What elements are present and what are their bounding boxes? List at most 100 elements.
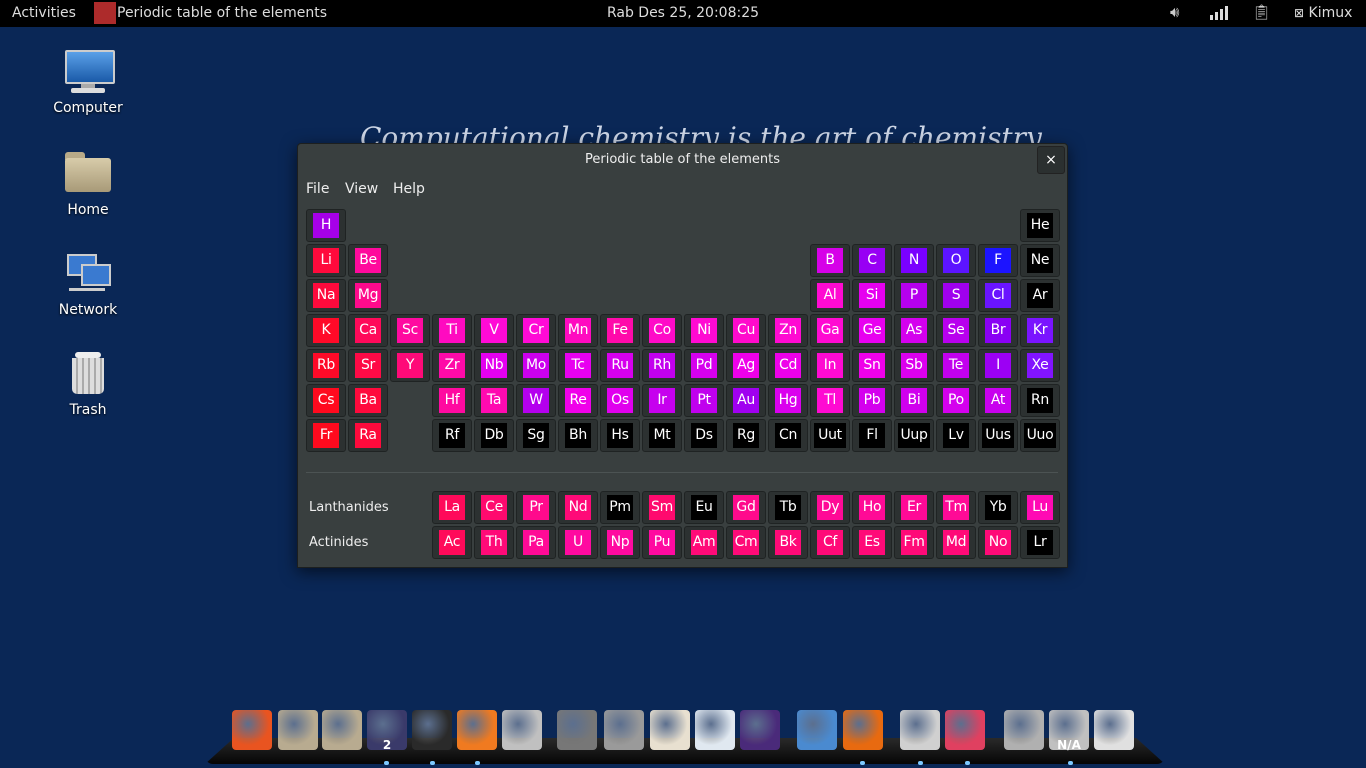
archive-manager-icon[interactable] [502,710,542,750]
element-Sm[interactable]: Sm [642,491,682,524]
element-Ta[interactable]: Ta [474,384,514,417]
element-Ni[interactable]: Ni [684,314,724,347]
element-As[interactable]: As [894,314,934,347]
element-Se[interactable]: Se [936,314,976,347]
element-Bi[interactable]: Bi [894,384,934,417]
element-Sg[interactable]: Sg [516,419,556,452]
gimp-icon[interactable] [557,710,597,750]
element-Hf[interactable]: Hf [432,384,472,417]
element-Np[interactable]: Np [600,526,640,559]
software-center-icon[interactable] [457,710,497,750]
element-Pt[interactable]: Pt [684,384,724,417]
element-Mo[interactable]: Mo [516,349,556,382]
app-menu-title[interactable]: Periodic table of the elements [117,5,327,21]
element-No[interactable]: No [978,526,1018,559]
element-Yb[interactable]: Yb [978,491,1018,524]
element-Te[interactable]: Te [936,349,976,382]
element-Uut[interactable]: Uut [810,419,850,452]
element-Ba[interactable]: Ba [348,384,388,417]
element-Pb[interactable]: Pb [852,384,892,417]
element-Kr[interactable]: Kr [1020,314,1060,347]
firefox-icon[interactable] [843,710,883,750]
element-Ra[interactable]: Ra [348,419,388,452]
element-K[interactable]: K [306,314,346,347]
element-Cu[interactable]: Cu [726,314,766,347]
element-Uus[interactable]: Uus [978,419,1018,452]
element-Ho[interactable]: Ho [852,491,892,524]
eclipse-icon[interactable] [740,710,780,750]
document-viewer-icon[interactable] [695,710,735,750]
workspace-switcher-icon[interactable]: 2 [367,710,407,752]
presentation-icon[interactable] [650,710,690,750]
element-B[interactable]: B [810,244,850,277]
element-Nb[interactable]: Nb [474,349,514,382]
element-Uuo[interactable]: Uuo [1020,419,1060,452]
element-Zr[interactable]: Zr [432,349,472,382]
element-Pa[interactable]: Pa [516,526,556,559]
element-Co[interactable]: Co [642,314,682,347]
element-Os[interactable]: Os [600,384,640,417]
element-Sc[interactable]: Sc [390,314,430,347]
element-Si[interactable]: Si [852,279,892,312]
element-Pd[interactable]: Pd [684,349,724,382]
element-Tm[interactable]: Tm [936,491,976,524]
element-Au[interactable]: Au [726,384,766,417]
element-Ds[interactable]: Ds [684,419,724,452]
element-Er[interactable]: Er [894,491,934,524]
element-Tc[interactable]: Tc [558,349,598,382]
menu-file[interactable]: File [306,181,329,197]
element-Rf[interactable]: Rf [432,419,472,452]
element-Mn[interactable]: Mn [558,314,598,347]
element-Cf[interactable]: Cf [810,526,850,559]
clipboard-icon[interactable]: 📋︎ [1252,3,1271,21]
clock[interactable]: Rab Des 25, 20:08:25 [607,5,759,21]
power-switch-icon[interactable] [1094,710,1134,750]
menu-help[interactable]: Help [393,181,425,197]
element-Na[interactable]: Na [306,279,346,312]
element-I[interactable]: I [978,349,1018,382]
element-P[interactable]: P [894,279,934,312]
file-cabinet-icon[interactable] [900,710,940,750]
user-menu[interactable]: ⊠ Kimux [1294,5,1352,21]
element-Bk[interactable]: Bk [768,526,808,559]
element-Gd[interactable]: Gd [726,491,766,524]
element-Lr[interactable]: Lr [1020,526,1060,559]
desktop-icon-home[interactable]: Home [33,150,143,218]
element-Tl[interactable]: Tl [810,384,850,417]
element-Bh[interactable]: Bh [558,419,598,452]
calculator-icon[interactable] [604,710,644,750]
element-Rn[interactable]: Rn [1020,384,1060,417]
element-N[interactable]: N [894,244,934,277]
close-button[interactable]: × [1037,146,1065,174]
element-Al[interactable]: Al [810,279,850,312]
element-Cm[interactable]: Cm [726,526,766,559]
element-Md[interactable]: Md [936,526,976,559]
element-Li[interactable]: Li [306,244,346,277]
element-Fe[interactable]: Fe [600,314,640,347]
element-In[interactable]: In [810,349,850,382]
element-Cd[interactable]: Cd [768,349,808,382]
element-Uup[interactable]: Uup [894,419,934,452]
element-Ti[interactable]: Ti [432,314,472,347]
element-Fl[interactable]: Fl [852,419,892,452]
element-H[interactable]: H [306,209,346,242]
element-Ce[interactable]: Ce [474,491,514,524]
periodic-table-icon[interactable] [945,710,985,750]
element-La[interactable]: La [432,491,472,524]
signal-icon[interactable] [1210,6,1228,20]
element-V[interactable]: V [474,314,514,347]
element-Zn[interactable]: Zn [768,314,808,347]
element-Pr[interactable]: Pr [516,491,556,524]
element-Db[interactable]: Db [474,419,514,452]
desktop-icon-computer[interactable]: Computer [33,48,143,116]
terminal-icon[interactable] [412,710,452,750]
element-Cl[interactable]: Cl [978,279,1018,312]
element-Dy[interactable]: Dy [810,491,850,524]
element-C[interactable]: C [852,244,892,277]
element-Be[interactable]: Be [348,244,388,277]
element-Rh[interactable]: Rh [642,349,682,382]
element-Pu[interactable]: Pu [642,526,682,559]
element-Ar[interactable]: Ar [1020,279,1060,312]
element-Ne[interactable]: Ne [1020,244,1060,277]
element-Ir[interactable]: Ir [642,384,682,417]
